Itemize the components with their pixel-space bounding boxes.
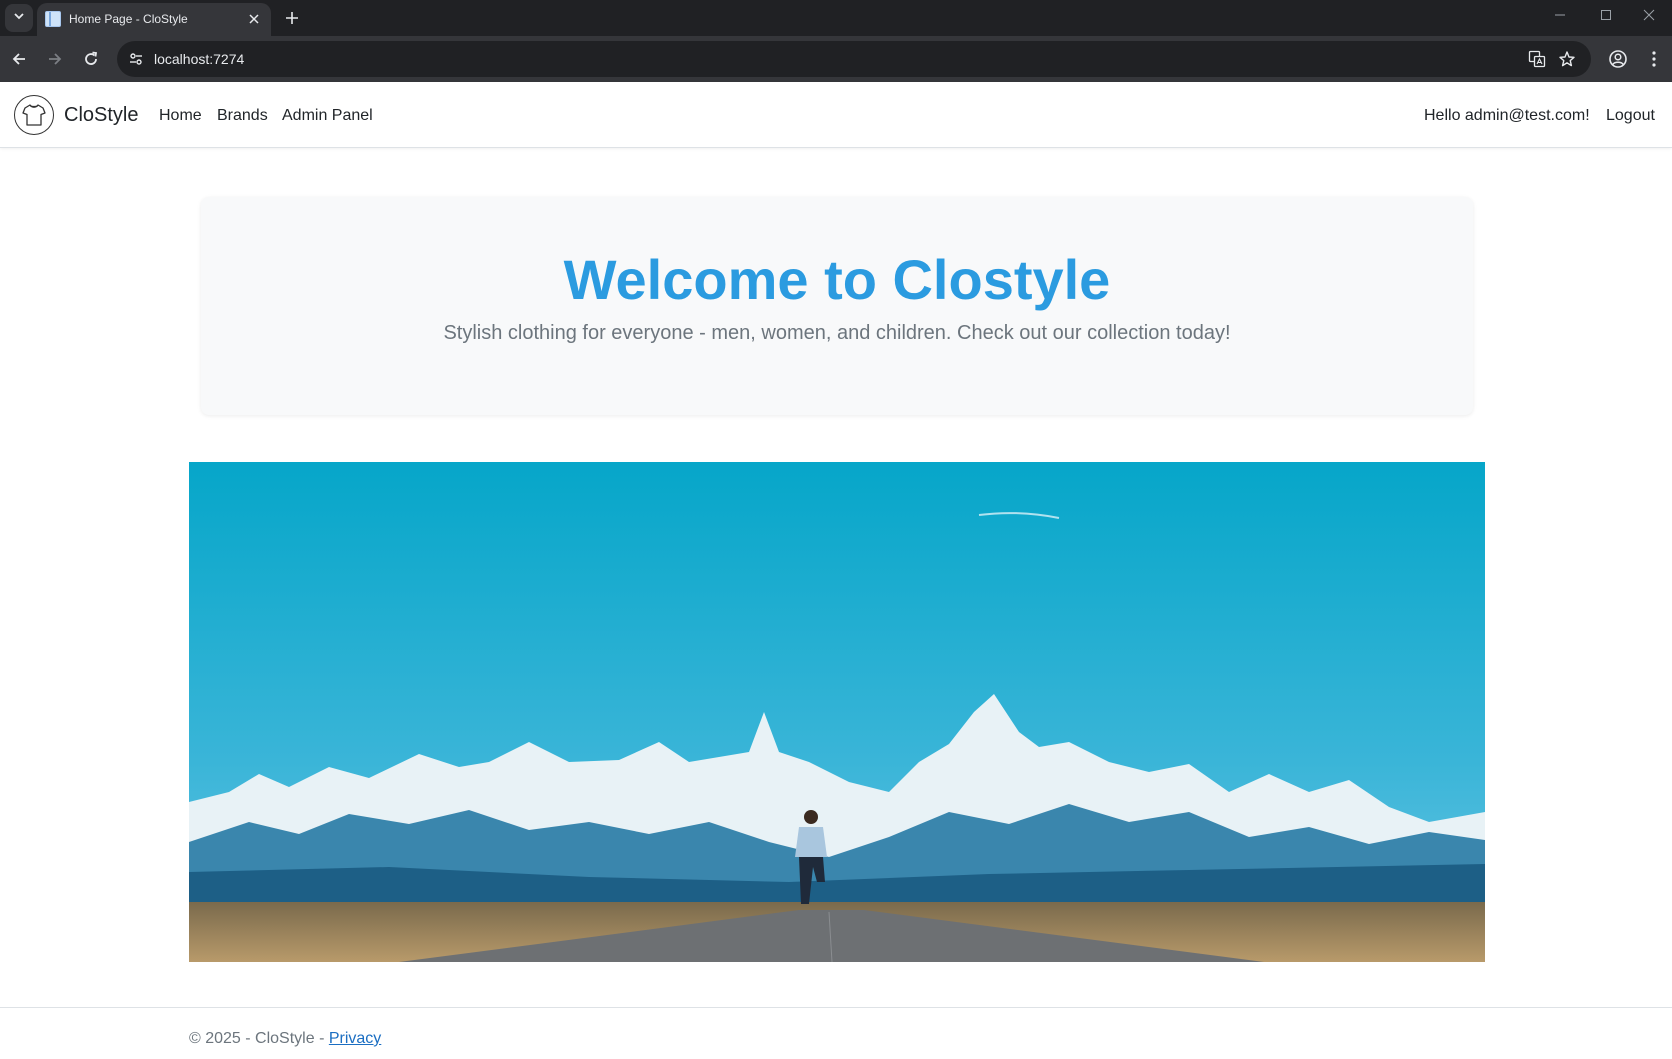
tab-search-button[interactable] xyxy=(5,4,33,32)
tab-strip: Home Page - CloStyle xyxy=(0,0,1672,36)
account-circle-icon xyxy=(1609,50,1627,68)
close-icon xyxy=(1643,9,1655,21)
hero-banner-image xyxy=(189,462,1485,962)
brand-logo[interactable] xyxy=(14,95,54,135)
browser-menu-button[interactable] xyxy=(1640,45,1668,73)
footer-text: © 2025 - CloStyle - Privacy xyxy=(189,1030,381,1048)
bookmark-button[interactable] xyxy=(1555,47,1579,71)
maximize-icon xyxy=(1601,10,1611,20)
back-button[interactable] xyxy=(4,44,34,74)
reload-icon xyxy=(85,51,98,65)
mountain-road-image xyxy=(189,462,1485,962)
hero-lead-text: Stylish clothing for everyone - men, wom… xyxy=(443,322,1231,344)
site-footer: © 2025 - CloStyle - Privacy xyxy=(0,1007,1672,1059)
arrow-right-icon xyxy=(49,53,62,65)
browser-chrome: Home Page - CloStyle localhost:7274 xyxy=(0,0,1672,82)
browser-toolbar: localhost:7274 xyxy=(0,36,1672,82)
footer-copyright: © 2025 - CloStyle - xyxy=(189,1030,329,1047)
nav-link-home[interactable]: Home xyxy=(159,107,202,125)
tab-title: Home Page - CloStyle xyxy=(69,12,188,26)
site-navbar: CloStyle Home Brands Admin Panel Hello a… xyxy=(0,82,1672,148)
active-tab[interactable]: Home Page - CloStyle xyxy=(37,3,271,36)
privacy-link[interactable]: Privacy xyxy=(329,1030,381,1047)
hero-title: Welcome to Clostyle xyxy=(563,248,1111,311)
arrow-left-icon xyxy=(12,53,25,65)
address-bar[interactable]: localhost:7274 xyxy=(117,41,1591,77)
close-icon xyxy=(249,14,259,24)
maximize-button[interactable] xyxy=(1583,0,1629,30)
t-shirt-icon xyxy=(22,104,46,126)
new-tab-button[interactable] xyxy=(278,4,306,32)
url-text: localhost:7274 xyxy=(154,51,245,67)
star-icon xyxy=(1559,51,1575,67)
welcome-jumbotron: Welcome to Clostyle Stylish clothing for… xyxy=(201,197,1473,415)
web-page: CloStyle Home Brands Admin Panel Hello a… xyxy=(0,82,1672,1059)
translate-icon xyxy=(1528,50,1546,68)
more-vert-icon xyxy=(1652,51,1656,67)
brand-name[interactable]: CloStyle xyxy=(64,104,138,127)
forward-button[interactable] xyxy=(40,44,70,74)
reload-button[interactable] xyxy=(76,44,106,74)
page-favicon-icon xyxy=(45,11,61,27)
chevron-down-icon xyxy=(13,9,25,27)
nav-link-brands[interactable]: Brands xyxy=(217,107,268,125)
plus-icon xyxy=(286,12,298,24)
logout-button[interactable]: Logout xyxy=(1606,107,1655,125)
tune-icon xyxy=(130,53,142,65)
close-tab-button[interactable] xyxy=(245,10,263,28)
minimize-icon xyxy=(1555,14,1565,16)
close-window-button[interactable] xyxy=(1626,0,1672,30)
nav-link-admin-panel[interactable]: Admin Panel xyxy=(282,107,373,125)
user-greeting[interactable]: Hello admin@test.com! xyxy=(1424,107,1590,125)
minimize-button[interactable] xyxy=(1537,0,1583,30)
profile-button[interactable] xyxy=(1604,45,1632,73)
translate-button[interactable] xyxy=(1525,47,1549,71)
site-info-button[interactable] xyxy=(123,46,149,72)
